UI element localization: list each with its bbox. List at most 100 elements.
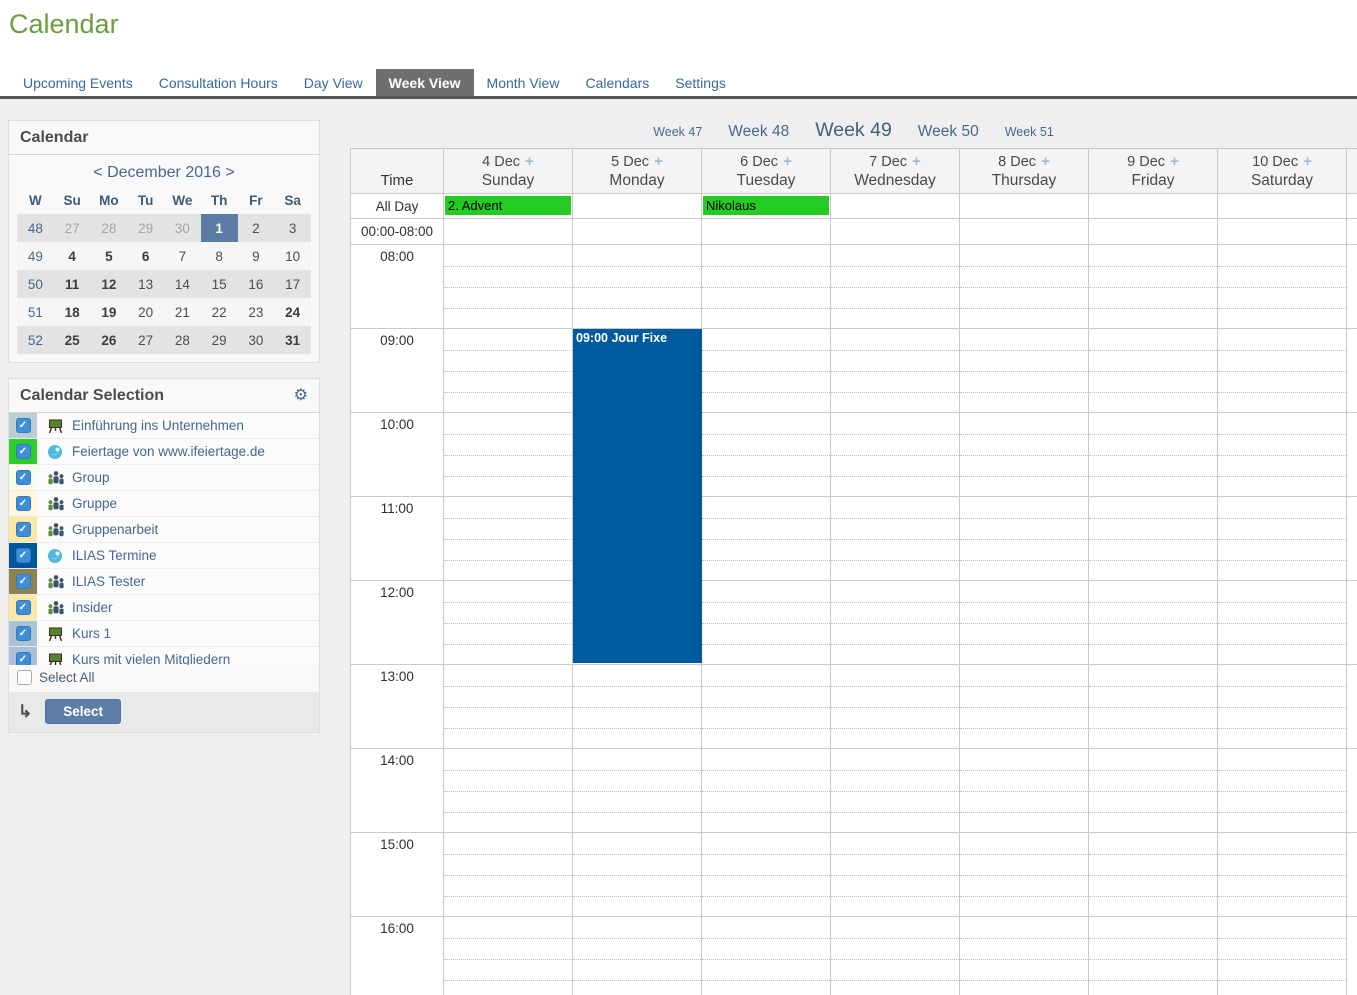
grid-cell[interactable]: [1089, 749, 1218, 833]
grid-cell[interactable]: [831, 329, 960, 413]
grid-cell[interactable]: [1218, 833, 1347, 917]
grid-cell[interactable]: [831, 665, 960, 749]
all-day-cell[interactable]: [960, 194, 1089, 219]
calendar-checkbox[interactable]: ✓: [16, 418, 31, 433]
grid-cell[interactable]: [1089, 497, 1218, 581]
select-button[interactable]: Select: [45, 699, 121, 724]
mini-day-cell[interactable]: 3: [274, 214, 311, 242]
early-hours-cell[interactable]: [960, 219, 1089, 245]
mini-day-cell[interactable]: 13: [127, 270, 164, 298]
grid-cell[interactable]: [702, 581, 831, 665]
mini-day-cell[interactable]: 15: [201, 270, 238, 298]
mini-day-cell[interactable]: 10: [274, 242, 311, 270]
grid-cell[interactable]: [960, 917, 1089, 995]
grid-cell[interactable]: [573, 749, 702, 833]
calendar-item-label[interactable]: Gruppe: [72, 496, 117, 511]
mini-day-cell[interactable]: 27: [127, 326, 164, 354]
timed-event[interactable]: 09:00 Jour Fixe: [573, 329, 702, 663]
mini-day-cell[interactable]: 20: [127, 298, 164, 326]
all-day-cell[interactable]: [831, 194, 960, 219]
mini-day-cell[interactable]: 5: [91, 242, 128, 270]
grid-cell[interactable]: [960, 749, 1089, 833]
grid-cell[interactable]: [702, 245, 831, 329]
grid-cell[interactable]: [573, 833, 702, 917]
grid-cell[interactable]: [444, 833, 573, 917]
tab-upcoming-events[interactable]: Upcoming Events: [10, 69, 146, 96]
grid-cell[interactable]: [960, 329, 1089, 413]
all-day-event[interactable]: Nikolaus: [703, 196, 829, 215]
calendar-item-label[interactable]: Feiertage von www.ifeiertage.de: [72, 444, 265, 459]
grid-cell[interactable]: [1089, 245, 1218, 329]
grid-cell[interactable]: [831, 581, 960, 665]
grid-cell[interactable]: [444, 917, 573, 995]
mini-day-cell[interactable]: 28: [164, 326, 201, 354]
grid-cell[interactable]: [444, 749, 573, 833]
grid-cell[interactable]: [1218, 245, 1347, 329]
calendar-item-label[interactable]: ILIAS Tester: [72, 574, 145, 589]
grid-cell[interactable]: [702, 497, 831, 581]
calendar-checkbox[interactable]: ✓: [16, 600, 31, 615]
mini-day-cell[interactable]: 19: [91, 298, 128, 326]
grid-cell[interactable]: [444, 245, 573, 329]
grid-cell[interactable]: [1218, 749, 1347, 833]
grid-cell[interactable]: [831, 833, 960, 917]
calendar-checkbox[interactable]: ✓: [16, 548, 31, 563]
mini-day-cell[interactable]: 12: [91, 270, 128, 298]
mini-day-cell[interactable]: 30: [238, 326, 275, 354]
grid-cell[interactable]: [1218, 665, 1347, 749]
tab-day-view[interactable]: Day View: [291, 69, 376, 96]
grid-cell[interactable]: [573, 665, 702, 749]
week-nav-week-51[interactable]: Week 51: [1005, 125, 1054, 139]
grid-cell[interactable]: [960, 245, 1089, 329]
tab-settings[interactable]: Settings: [662, 69, 739, 96]
calendar-item-label[interactable]: ILIAS Termine: [72, 548, 157, 563]
calendar-checkbox[interactable]: ✓: [16, 652, 31, 665]
tab-week-view[interactable]: Week View: [376, 69, 474, 96]
early-hours-cell[interactable]: [831, 219, 960, 245]
calendar-checkbox[interactable]: ✓: [16, 522, 31, 537]
mini-week-number[interactable]: 49: [17, 242, 54, 270]
grid-cell[interactable]: [444, 665, 573, 749]
all-day-event[interactable]: 2. Advent: [445, 196, 571, 215]
all-day-cell[interactable]: [1218, 194, 1347, 219]
all-day-cell[interactable]: [1089, 194, 1218, 219]
mini-day-cell[interactable]: 7: [164, 242, 201, 270]
calendar-item-label[interactable]: Kurs mit vielen Mitgliedern: [72, 652, 230, 665]
early-hours-cell[interactable]: [444, 219, 573, 245]
early-hours-cell[interactable]: [1218, 219, 1347, 245]
grid-cell[interactable]: [444, 497, 573, 581]
calendar-checkbox[interactable]: ✓: [16, 626, 31, 641]
grid-cell[interactable]: [444, 329, 573, 413]
week-nav-week-48[interactable]: Week 48: [728, 123, 789, 141]
mini-week-number[interactable]: 52: [17, 326, 54, 354]
grid-cell[interactable]: [1089, 917, 1218, 995]
all-day-cell[interactable]: 2. Advent: [444, 194, 573, 219]
early-hours-cell[interactable]: [1089, 219, 1218, 245]
grid-cell[interactable]: [960, 833, 1089, 917]
add-appointment-icon[interactable]: +: [525, 153, 534, 170]
mini-day-cell[interactable]: 24: [274, 298, 311, 326]
add-appointment-icon[interactable]: +: [912, 153, 921, 170]
calendar-item-label[interactable]: Insider: [72, 600, 113, 615]
calendar-checkbox[interactable]: ✓: [16, 574, 31, 589]
mini-day-cell[interactable]: 28: [91, 214, 128, 242]
mini-day-cell[interactable]: 29: [201, 326, 238, 354]
add-appointment-icon[interactable]: +: [1170, 153, 1179, 170]
mini-day-cell[interactable]: 21: [164, 298, 201, 326]
mini-day-cell[interactable]: 2: [238, 214, 275, 242]
add-appointment-icon[interactable]: +: [654, 153, 663, 170]
grid-cell[interactable]: [702, 413, 831, 497]
all-day-cell[interactable]: Nikolaus: [702, 194, 831, 219]
week-nav-week-50[interactable]: Week 50: [918, 123, 979, 141]
grid-cell[interactable]: [1218, 581, 1347, 665]
grid-cell[interactable]: [960, 581, 1089, 665]
grid-cell[interactable]: [1218, 329, 1347, 413]
mini-day-cell[interactable]: 22: [201, 298, 238, 326]
mini-day-cell[interactable]: 30: [164, 214, 201, 242]
mini-week-number[interactable]: 51: [17, 298, 54, 326]
grid-cell[interactable]: [960, 497, 1089, 581]
grid-cell[interactable]: [702, 917, 831, 995]
mini-day-cell[interactable]: 25: [54, 326, 91, 354]
grid-cell[interactable]: [573, 917, 702, 995]
grid-cell[interactable]: [702, 749, 831, 833]
